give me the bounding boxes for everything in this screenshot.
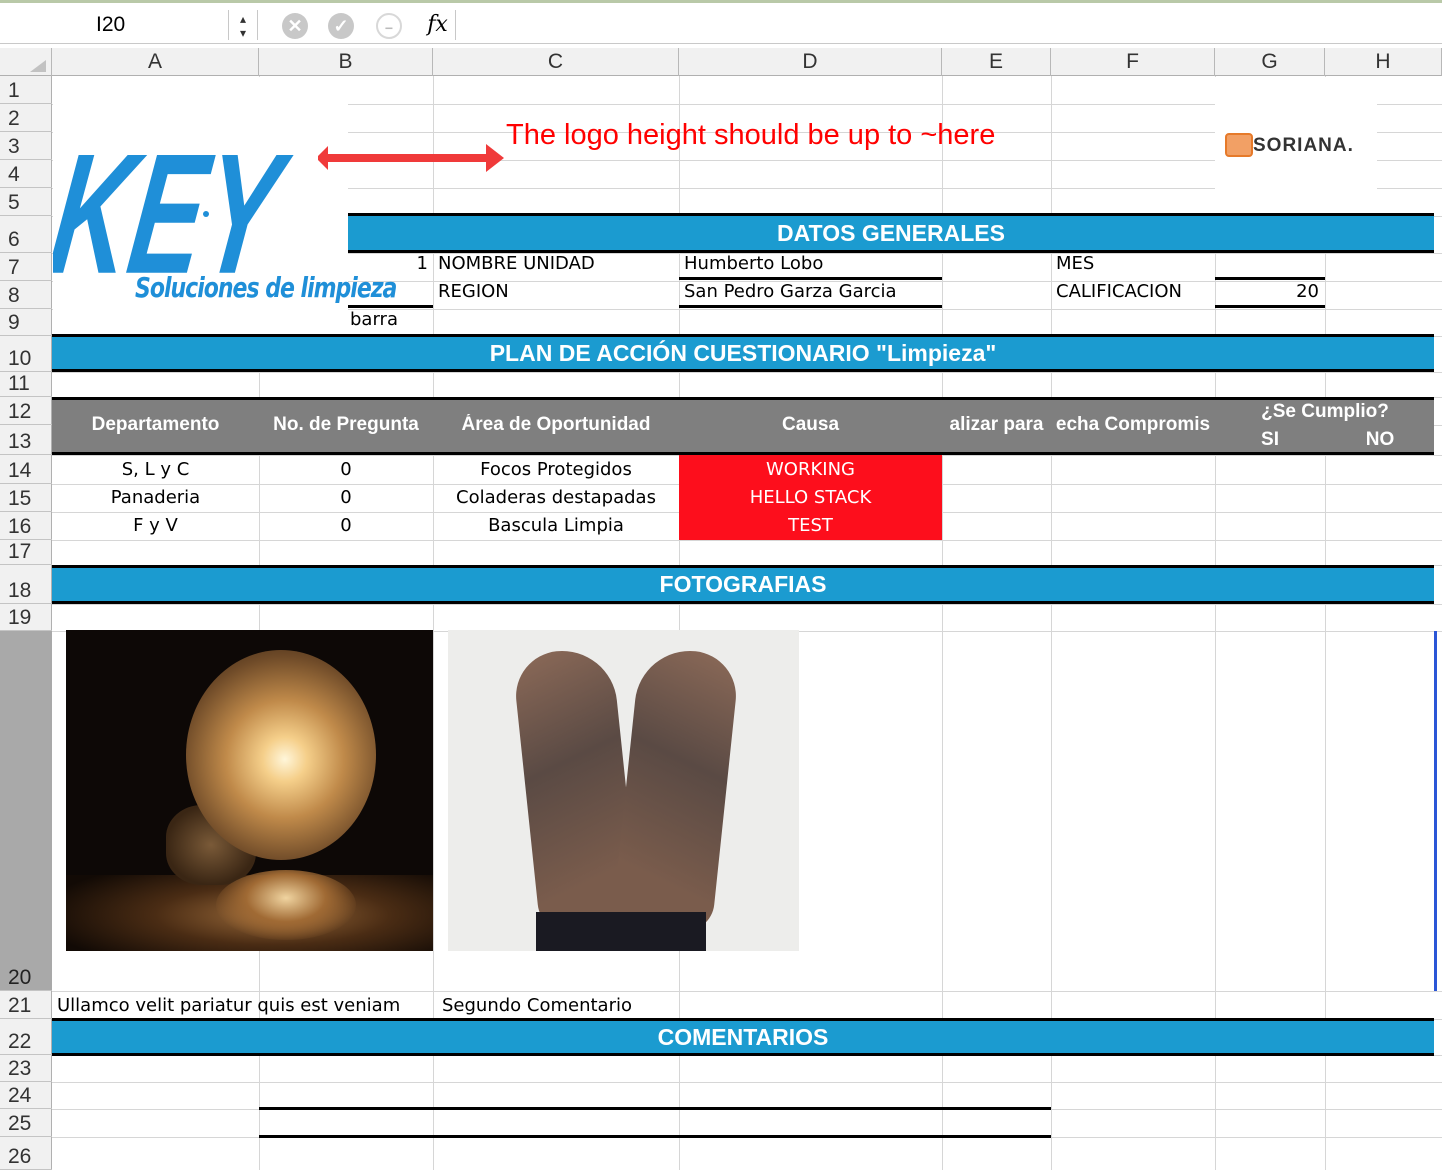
header-area-oportunidad[interactable]: Área de Oportunidad bbox=[433, 414, 679, 436]
row2-causa[interactable]: HELLO STACK bbox=[679, 484, 942, 512]
header-departamento[interactable]: Departamento bbox=[52, 414, 259, 436]
unit-number[interactable]: 1 bbox=[348, 253, 432, 279]
column-header-e[interactable]: E bbox=[942, 48, 1051, 76]
column-header-row: A B C D E F G H bbox=[0, 48, 1442, 76]
row-header-6[interactable]: 6 bbox=[0, 216, 52, 253]
row3-area[interactable]: Bascula Limpia bbox=[433, 512, 679, 539]
header-si[interactable]: SI bbox=[1215, 429, 1325, 451]
row2-departamento[interactable]: Panaderia bbox=[52, 484, 259, 511]
row2-pregunta[interactable]: 0 bbox=[259, 484, 433, 511]
column-header-f[interactable]: F bbox=[1051, 48, 1215, 76]
row-header-13[interactable]: 13 bbox=[0, 425, 52, 455]
header-causa[interactable]: Causa bbox=[679, 414, 942, 436]
select-all-corner[interactable] bbox=[0, 48, 52, 76]
dirty-hands-photo[interactable] bbox=[448, 630, 799, 951]
row-header-16[interactable]: 16 bbox=[0, 512, 52, 540]
region-value[interactable]: San Pedro Garza Garcia bbox=[679, 281, 942, 308]
light-bulb-photo[interactable] bbox=[66, 630, 433, 951]
row1-pregunta[interactable]: 0 bbox=[259, 456, 433, 483]
datos-generales-header: DATOS GENERALES bbox=[348, 213, 1434, 253]
row-header-25[interactable]: 25 bbox=[0, 1109, 52, 1137]
comentarios-header: COMENTARIOS bbox=[52, 1018, 1434, 1056]
row-header-3[interactable]: 3 bbox=[0, 132, 52, 160]
soriana-logo: SORIANA. bbox=[1215, 77, 1377, 213]
row-header-23[interactable]: 23 bbox=[0, 1055, 52, 1082]
confirm-icon[interactable]: ✓ bbox=[328, 13, 354, 39]
header-no[interactable]: NO bbox=[1325, 429, 1435, 451]
header-fecha-compromiso[interactable]: echa Compromis bbox=[1051, 414, 1215, 436]
photo-comment-1[interactable]: Ullamco velit pariatur quis est veniam bbox=[57, 992, 437, 1019]
row-header-24[interactable]: 24 bbox=[0, 1082, 52, 1109]
barra-cell[interactable]: barra bbox=[350, 309, 432, 335]
unit-value[interactable]: Humberto Lobo bbox=[679, 253, 942, 280]
column-header-a[interactable]: A bbox=[52, 48, 259, 76]
header-no-pregunta[interactable]: No. de Pregunta bbox=[259, 414, 433, 436]
fx-icon[interactable]: fx bbox=[420, 10, 456, 40]
row-header-19[interactable]: 19 bbox=[0, 604, 52, 631]
soriana-logo-text: SORIANA. bbox=[1253, 135, 1354, 156]
annotation-arrow bbox=[318, 144, 504, 172]
comment-line-2 bbox=[259, 1135, 1051, 1138]
row2-area[interactable]: Coladeras destapadas bbox=[433, 484, 679, 511]
row-header-15[interactable]: 15 bbox=[0, 484, 52, 512]
header-acciones[interactable]: alizar para bbox=[942, 414, 1051, 436]
mes-label[interactable]: MES bbox=[1056, 253, 1214, 279]
selected-cell-i20[interactable] bbox=[1434, 631, 1437, 991]
row-header-22[interactable]: 22 bbox=[0, 1019, 52, 1055]
row3-pregunta[interactable]: 0 bbox=[259, 512, 433, 539]
row-header-14[interactable]: 14 bbox=[0, 455, 52, 484]
annotation-text: The logo height should be up to ~here bbox=[506, 119, 996, 151]
calificacion-label[interactable]: CALIFICACION bbox=[1056, 281, 1214, 307]
region-number-cell[interactable] bbox=[348, 281, 433, 308]
row1-departamento[interactable]: S, L y C bbox=[52, 456, 259, 483]
mes-value[interactable] bbox=[1215, 253, 1325, 280]
region-label[interactable]: REGION bbox=[438, 281, 678, 307]
function-wizard-icon[interactable]: − bbox=[376, 13, 402, 39]
soriana-logo-icon bbox=[1225, 133, 1253, 157]
row-header-5[interactable]: 5 bbox=[0, 188, 52, 216]
key-logo: KEY Soluciones de limpieza bbox=[53, 77, 397, 337]
grid-hline bbox=[52, 1082, 1442, 1083]
row-header-17[interactable]: 17 bbox=[0, 540, 52, 565]
row-header-21[interactable]: 21 bbox=[0, 991, 52, 1019]
cancel-icon[interactable]: ✕ bbox=[282, 13, 308, 39]
row-header-8[interactable]: 8 bbox=[0, 281, 52, 309]
header-se-cumplio[interactable]: ¿Se Cumplio? bbox=[1215, 401, 1435, 423]
formula-input[interactable] bbox=[460, 10, 1440, 40]
column-header-b[interactable]: B bbox=[259, 48, 433, 76]
name-box-stepper-icon[interactable]: ▴ ▾ bbox=[228, 10, 258, 40]
row-header-9[interactable]: 9 bbox=[0, 309, 52, 336]
grid-hline bbox=[52, 372, 1442, 373]
column-header-c[interactable]: C bbox=[433, 48, 679, 76]
row3-departamento[interactable]: F y V bbox=[52, 512, 259, 539]
row-header-7[interactable]: 7 bbox=[0, 253, 52, 281]
row-header-26[interactable]: 26 bbox=[0, 1137, 52, 1170]
row-header-18[interactable]: 18 bbox=[0, 565, 52, 604]
name-box[interactable]: I20 bbox=[0, 10, 228, 40]
row-header-20[interactable]: 20 bbox=[0, 631, 52, 991]
row-header-11[interactable]: 11 bbox=[0, 372, 52, 397]
grid-hline bbox=[52, 604, 1442, 605]
row1-causa[interactable]: WORKING bbox=[679, 455, 942, 484]
photo-comment-2[interactable]: Segundo Comentario bbox=[442, 992, 678, 1019]
row-header-1[interactable]: 1 bbox=[0, 76, 52, 104]
row-header-12[interactable]: 12 bbox=[0, 397, 52, 425]
row-header-2[interactable]: 2 bbox=[0, 104, 52, 132]
row3-causa[interactable]: TEST bbox=[679, 512, 942, 540]
grid-hline bbox=[52, 540, 1442, 541]
plan-de-accion-header: PLAN DE ACCIÓN CUESTIONARIO "Limpieza" bbox=[52, 334, 1434, 372]
row-header-4[interactable]: 4 bbox=[0, 160, 52, 188]
row-header-10[interactable]: 10 bbox=[0, 336, 52, 372]
comment-line-1 bbox=[259, 1107, 1051, 1110]
column-header-h[interactable]: H bbox=[1325, 48, 1442, 76]
unit-label[interactable]: NOMBRE UNIDAD bbox=[438, 253, 678, 279]
row1-area[interactable]: Focos Protegidos bbox=[433, 456, 679, 483]
column-header-g[interactable]: G bbox=[1215, 48, 1325, 76]
calificacion-value[interactable]: 20 bbox=[1215, 281, 1325, 308]
fotografias-header: FOTOGRAFIAS bbox=[52, 565, 1434, 604]
column-header-d[interactable]: D bbox=[679, 48, 942, 76]
